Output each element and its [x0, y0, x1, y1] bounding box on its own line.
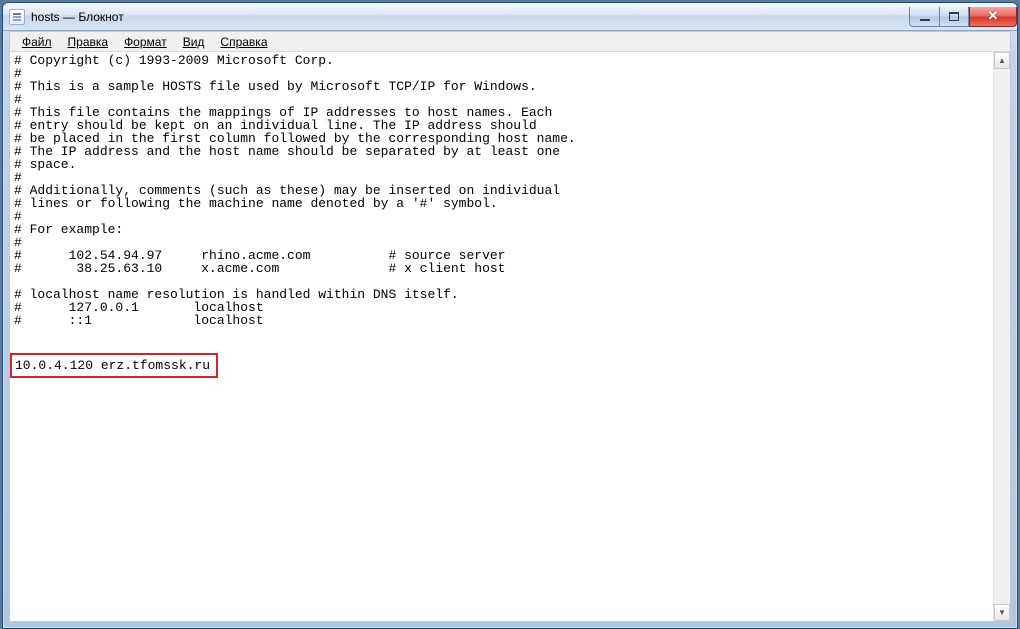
client-area: # Copyright (c) 1993-2009 Microsoft Corp…: [9, 52, 1011, 622]
chevron-up-icon: ▲: [998, 56, 1006, 65]
menu-help[interactable]: Справка: [212, 32, 275, 52]
close-button[interactable]: ✕: [969, 7, 1017, 27]
highlighted-entry: 10.0.4.120 erz.tfomssk.ru: [10, 353, 218, 378]
vertical-scrollbar[interactable]: ▲ ▼: [993, 52, 1010, 621]
menu-format[interactable]: Формат: [116, 32, 175, 52]
menu-bar: Файл Правка Формат Вид Справка: [9, 31, 1011, 52]
scroll-track[interactable]: [994, 69, 1010, 604]
notepad-icon: [9, 9, 25, 25]
chevron-down-icon: ▼: [998, 608, 1006, 617]
menu-edit[interactable]: Правка: [60, 32, 117, 52]
close-icon: ✕: [988, 8, 999, 24]
scroll-down-button[interactable]: ▼: [994, 604, 1010, 621]
window-controls: ✕: [909, 7, 1017, 27]
menu-view[interactable]: Вид: [175, 32, 213, 52]
title-bar[interactable]: hosts — Блокнот ✕: [3, 3, 1017, 31]
minimize-button[interactable]: [909, 7, 939, 27]
window-title: hosts — Блокнот: [31, 10, 124, 24]
maximize-button[interactable]: [939, 7, 969, 27]
minimize-icon: [920, 19, 930, 21]
scroll-up-button[interactable]: ▲: [994, 52, 1010, 69]
notepad-window: hosts — Блокнот ✕ Файл Правка Формат Вид…: [2, 2, 1018, 629]
editor-content: # Copyright (c) 1993-2009 Microsoft Corp…: [14, 53, 576, 328]
maximize-icon: [949, 12, 959, 21]
menu-file[interactable]: Файл: [14, 32, 60, 52]
text-editor[interactable]: # Copyright (c) 1993-2009 Microsoft Corp…: [10, 52, 993, 621]
